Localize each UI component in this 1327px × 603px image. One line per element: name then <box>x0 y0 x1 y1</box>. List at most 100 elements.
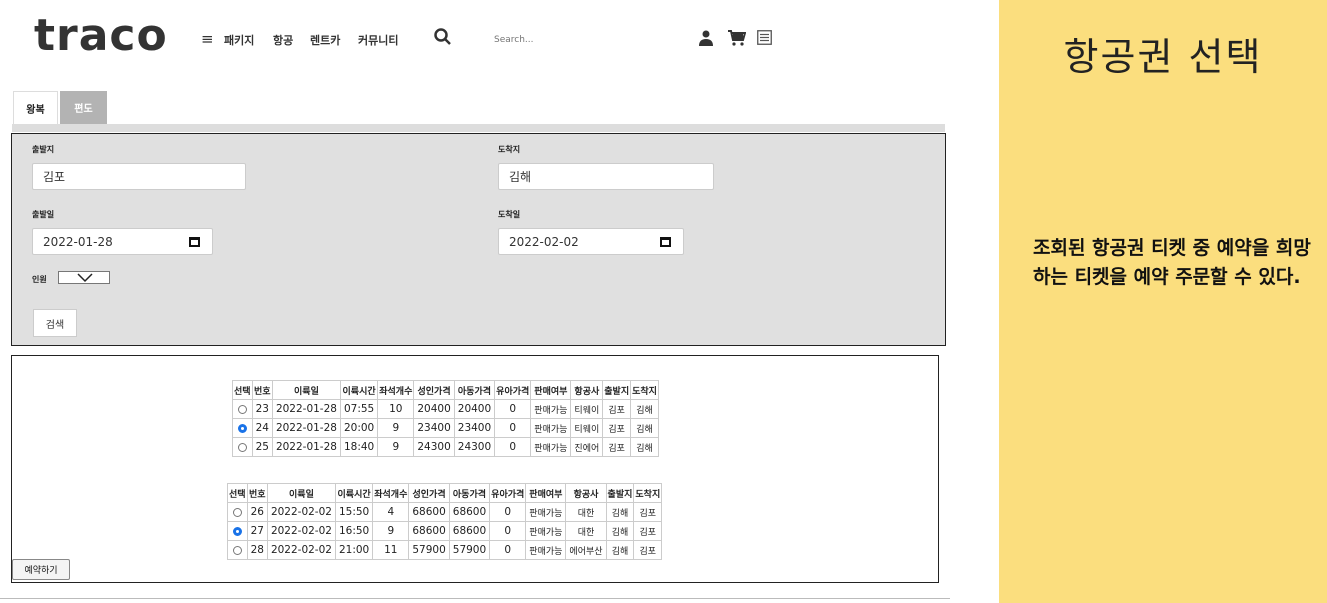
column-header: 출발지 <box>602 380 632 400</box>
cell-infant: 0 <box>494 418 532 438</box>
cell-to: 김포 <box>633 540 663 560</box>
table-header-row: 선택 번호 이륙일 이륙시간 좌석개수 성인가격 아동가격 유아가격 판매여부 항공사 출발지 도착지 <box>232 380 659 400</box>
arrive-date-value: 2022-02-02 <box>509 234 579 249</box>
arrive-date-input[interactable]: 2022-02-02 <box>498 228 684 255</box>
search-button[interactable]: 검색 <box>33 309 77 337</box>
ticket-radio[interactable] <box>232 507 242 517</box>
cell-from: 김해 <box>605 502 635 522</box>
cell-date: 2022-01-28 <box>271 418 341 438</box>
table-header-row: 선택 번호 이륙일 이륙시간 좌석개수 성인가격 아동가격 유아가격 판매여부 항공사 출발지 도착지 <box>227 483 663 503</box>
cell-airline: 대한 <box>565 521 607 541</box>
column-header: 이륙시간 <box>334 483 374 503</box>
search-form: 출발지 김포 도착지 김해 출발일 2022-01-28 도착일 2022-02… <box>11 133 946 346</box>
nav-link-package[interactable]: 패키지 <box>224 32 254 48</box>
ticket-radio[interactable] <box>232 526 242 536</box>
cell-adult: 68600 <box>408 521 450 541</box>
cell-time: 18:40 <box>339 437 379 457</box>
nav-link-rentcar[interactable]: 렌트카 <box>310 32 340 48</box>
cell-sale: 판매가능 <box>525 540 567 560</box>
info-description: 조회된 항공권 티켓 중 예약을 희망하는 티켓을 예약 주문할 수 있다. <box>1033 237 1311 288</box>
nav-link-community[interactable]: 커뮤니티 <box>358 32 398 48</box>
navbar: traco ≡ 패키지 항공 렌트카 커뮤니티 <box>0 0 1000 85</box>
departure-label: 출발지 <box>32 145 55 154</box>
cell-infant: 0 <box>489 540 527 560</box>
cell-from: 김해 <box>605 540 635 560</box>
column-header: 성인가격 <box>413 380 455 400</box>
search-icon[interactable] <box>433 27 453 47</box>
cell-time: 15:50 <box>334 502 374 522</box>
cell-to: 김해 <box>630 418 659 438</box>
footer-divider <box>0 598 950 599</box>
tab-one-way[interactable]: 편도 <box>60 91 107 124</box>
cell-date: 2022-01-28 <box>271 437 341 457</box>
cell-time: 07:55 <box>339 399 379 419</box>
cell-date: 2022-01-28 <box>271 399 341 419</box>
column-header: 항공사 <box>565 483 607 503</box>
cell-no: 25 <box>251 437 273 457</box>
cell-airline: 티웨이 <box>570 399 604 419</box>
cell-adult: 57900 <box>408 540 450 560</box>
reserve-button[interactable]: 예약하기 <box>12 559 70 580</box>
depart-date-input[interactable]: 2022-01-28 <box>32 228 213 255</box>
people-select[interactable] <box>58 271 110 284</box>
cell-sale: 판매가능 <box>525 521 567 541</box>
list-icon[interactable] <box>757 30 772 45</box>
cell-from: 김포 <box>602 399 632 419</box>
table-row: 26 2022-02-02 15:50 4 68600 68600 0 판매가능 대한 김해 김포 <box>227 502 663 522</box>
column-header: 항공사 <box>570 380 604 400</box>
results-panel: 선택 번호 이륙일 이륙시간 좌석개수 성인가격 아동가격 유아가격 판매여부 항공사 출발지 도착지… <box>11 355 939 583</box>
cell-child: 24300 <box>453 437 496 457</box>
depart-date-value: 2022-01-28 <box>43 234 113 249</box>
ticket-radio[interactable] <box>237 423 247 433</box>
cell-adult: 23400 <box>413 418 455 438</box>
column-header: 선택 <box>232 380 253 400</box>
cell-seats: 4 <box>372 502 410 522</box>
column-header: 판매여부 <box>525 483 567 503</box>
cell-to: 김포 <box>633 502 663 522</box>
cell-child: 23400 <box>453 418 496 438</box>
cell-no: 27 <box>246 521 268 541</box>
cell-no: 24 <box>251 418 273 438</box>
cell-no: 23 <box>251 399 273 419</box>
ticket-radio[interactable] <box>237 442 247 452</box>
nav-link-flight[interactable]: 항공 <box>273 32 293 48</box>
tab-round-trip[interactable]: 왕복 <box>13 91 58 124</box>
user-icon[interactable] <box>699 30 713 46</box>
column-header: 도착지 <box>633 483 663 503</box>
cell-airline: 대한 <box>565 502 607 522</box>
arrival-input[interactable]: 김해 <box>498 163 714 190</box>
select-cell <box>232 418 253 438</box>
column-header: 이륙일 <box>271 380 341 400</box>
cell-infant: 0 <box>489 502 527 522</box>
cell-seats: 9 <box>377 418 415 438</box>
column-header: 번호 <box>246 483 268 503</box>
arrival-label: 도착지 <box>498 145 521 154</box>
cart-icon[interactable] <box>728 30 746 46</box>
cell-from: 김포 <box>602 437 632 457</box>
info-title: 항공권 선택 <box>1063 35 1263 79</box>
column-header: 출발지 <box>605 483 635 503</box>
cell-to: 김해 <box>630 399 659 419</box>
cell-sale: 판매가능 <box>530 418 572 438</box>
table-row: 23 2022-01-28 07:55 10 20400 20400 0 판매가능 티웨이 김포 김… <box>232 399 659 419</box>
select-cell <box>227 540 248 560</box>
cell-sale: 판매가능 <box>525 502 567 522</box>
logo[interactable]: traco <box>34 10 168 61</box>
calendar-icon[interactable] <box>660 237 671 247</box>
ticket-radio[interactable] <box>232 545 242 555</box>
menu-icon[interactable]: ≡ <box>201 30 214 48</box>
cell-airline: 에어부산 <box>565 540 607 560</box>
table-row: 25 2022-01-28 18:40 9 24300 24300 0 판매가능 진에어 김포 김해 <box>232 437 659 457</box>
ticket-radio[interactable] <box>237 404 247 414</box>
cell-seats: 9 <box>372 521 410 541</box>
cell-seats: 9 <box>377 437 415 457</box>
cell-time: 20:00 <box>339 418 379 438</box>
calendar-icon[interactable] <box>189 237 200 247</box>
cell-airline: 티웨이 <box>570 418 604 438</box>
column-header: 유아가격 <box>489 483 527 503</box>
departure-input[interactable]: 김포 <box>32 163 246 190</box>
cell-to: 김포 <box>633 521 663 541</box>
search-input[interactable] <box>494 30 644 50</box>
cell-adult: 68600 <box>408 502 450 522</box>
column-header: 번호 <box>251 380 273 400</box>
